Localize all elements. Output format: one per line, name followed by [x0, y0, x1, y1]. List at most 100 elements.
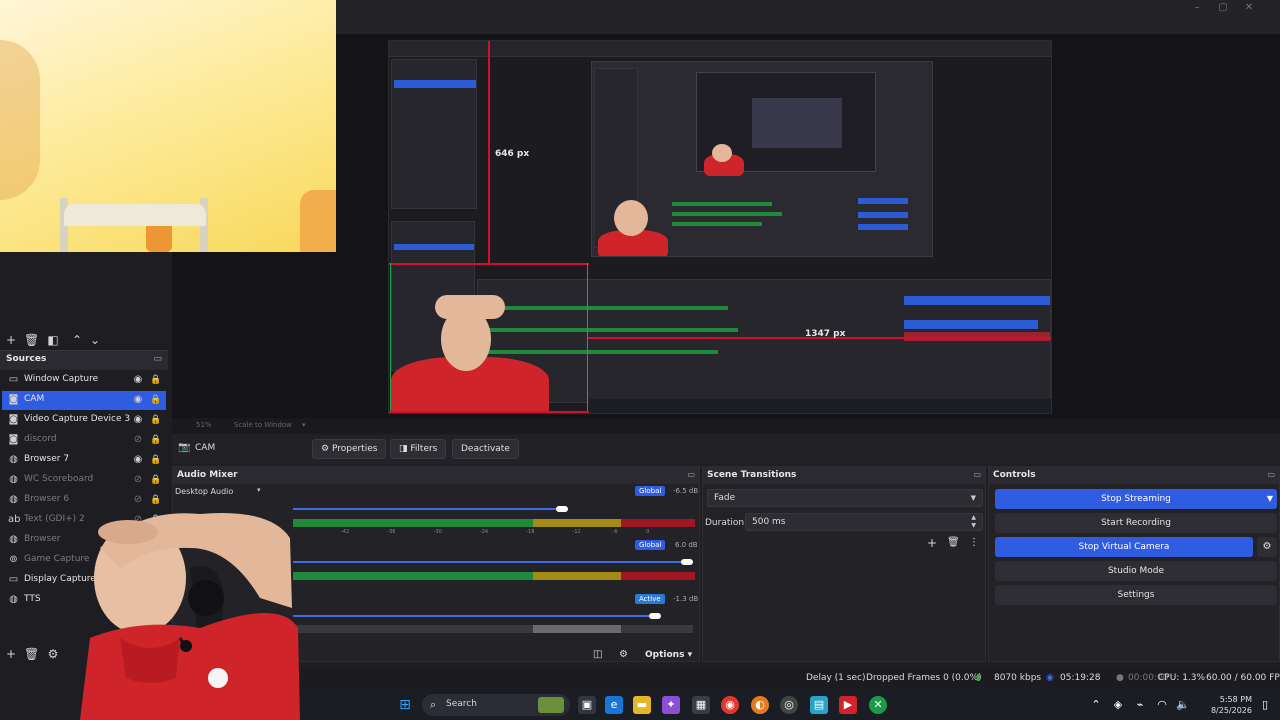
- remove-transition-icon[interactable]: 🗑: [947, 537, 960, 548]
- settings-button[interactable]: Settings: [995, 585, 1277, 605]
- wifi-icon[interactable]: ◠: [1156, 696, 1168, 714]
- eye-icon[interactable]: ◉: [132, 414, 144, 426]
- eye-hidden-icon[interactable]: ⊘: [132, 434, 144, 446]
- lock-icon[interactable]: 🔒: [150, 374, 161, 386]
- speaker-icon[interactable]: 🔈: [1176, 696, 1190, 714]
- width-measure-label: 1347 px: [805, 329, 846, 339]
- streaming-app-icon[interactable]: ▶: [839, 696, 857, 714]
- tray-bluetooth-icon[interactable]: ⌁: [1134, 696, 1146, 714]
- add-scene-icon[interactable]: +: [4, 333, 18, 347]
- windows-start-icon[interactable]: ⊞: [396, 696, 414, 714]
- mixer-layout-icon[interactable]: ◫: [593, 649, 602, 660]
- stop-virtual-camera-button[interactable]: Stop Virtual Camera: [995, 537, 1253, 557]
- lock-icon[interactable]: 🔒: [150, 434, 161, 446]
- track-badge[interactable]: Global: [635, 486, 666, 496]
- track-db: 6.0 dB: [675, 541, 698, 549]
- xbox-icon[interactable]: ✕: [869, 696, 887, 714]
- track-badge[interactable]: Global: [635, 540, 666, 550]
- lock-icon[interactable]: 🔒: [150, 414, 161, 426]
- file-explorer-icon[interactable]: ▬: [633, 696, 651, 714]
- scenes-toolbar: + 🗑 ◧ ⌃ ⌄: [0, 330, 172, 352]
- eye-hidden-icon[interactable]: ⊘: [132, 474, 144, 486]
- source-row[interactable]: ◙ discord ⊘ 🔒: [2, 431, 166, 450]
- status-stream-time: 05:19:28: [1060, 673, 1101, 683]
- move-up-icon[interactable]: ⌃: [70, 333, 84, 347]
- dock-float-icon[interactable]: ▭: [687, 470, 695, 479]
- lock-icon[interactable]: 🔒: [150, 474, 161, 486]
- tray-overflow-icon[interactable]: ⌃: [1090, 696, 1102, 714]
- minimize-icon[interactable]: –: [1188, 2, 1206, 16]
- track-badge[interactable]: Active: [635, 594, 665, 604]
- nested-scenes-panel: [391, 59, 477, 209]
- options-button[interactable]: Options ▾: [645, 650, 692, 660]
- volume-knob-1[interactable]: [556, 506, 568, 512]
- dock-float-icon[interactable]: ▭: [153, 354, 162, 364]
- volume-slider-2[interactable]: [293, 561, 685, 563]
- lock-icon[interactable]: 🔒: [150, 454, 161, 466]
- notes-icon[interactable]: ▤: [810, 696, 828, 714]
- maximize-icon[interactable]: ▢: [1214, 2, 1232, 16]
- more-options-icon[interactable]: ⋮: [969, 537, 979, 548]
- windows-taskbar: ⊞ ⌕ Search ▣ e ▬ ✦ ▦ ◉ ◐ ◎ ▤ ▶ ✕ ⌃ ◈ ⌁ ◠…: [300, 690, 1280, 720]
- taskbar-search[interactable]: ⌕ Search: [422, 694, 570, 716]
- store-icon[interactable]: ▦: [692, 696, 710, 714]
- firefox-icon[interactable]: ◐: [751, 696, 769, 714]
- properties-button[interactable]: ⚙ Properties: [312, 439, 387, 459]
- nested-docks: [477, 279, 1051, 403]
- lock-icon[interactable]: 🔒: [150, 394, 161, 406]
- source-label: Text (GDI+) 2: [24, 514, 85, 524]
- stepper-icon[interactable]: ▲ ▼: [971, 514, 976, 530]
- dock-float-icon[interactable]: ▭: [973, 470, 981, 479]
- add-source-icon[interactable]: +: [4, 647, 18, 661]
- chrome-icon[interactable]: ◉: [721, 696, 739, 714]
- source-label: WC Scoreboard: [24, 474, 94, 484]
- taskbar-clock[interactable]: 5:58 PM 8/25/2026: [1211, 694, 1252, 716]
- source-row[interactable]: ◍ Browser 7 ◉ 🔒: [2, 451, 166, 470]
- duration-field[interactable]: 500 ms ▲ ▼: [745, 513, 983, 531]
- mixer-settings-icon[interactable]: ⚙: [619, 649, 628, 660]
- source-row[interactable]: ▭ Window Capture ◉ 🔒: [2, 371, 166, 390]
- transition-select[interactable]: Fade ▼: [707, 489, 983, 507]
- dock-float-icon[interactable]: ▭: [1267, 470, 1275, 479]
- notification-icon[interactable]: ▯: [1258, 696, 1272, 714]
- close-icon[interactable]: ✕: [1240, 2, 1258, 16]
- studio-mode-button[interactable]: Studio Mode: [995, 561, 1277, 581]
- eye-icon[interactable]: ◉: [132, 394, 144, 406]
- zoom-level[interactable]: 51%: [196, 421, 212, 429]
- scale-mode[interactable]: Scale to Window: [234, 421, 292, 429]
- preview-canvas[interactable]: 646 px 1347 px: [388, 40, 1052, 414]
- source-label: CAM: [24, 394, 45, 404]
- start-recording-button[interactable]: Start Recording: [995, 513, 1277, 533]
- source-properties-icon[interactable]: ⚙: [46, 647, 60, 661]
- eye-icon[interactable]: ◉: [132, 374, 144, 386]
- meter-scale: -42 -36 -30 -24 -18 -12 -6 0: [341, 529, 650, 535]
- selection-border-edge: [390, 263, 391, 413]
- source-row[interactable]: ◙ Video Capture Device 3 ◉ 🔒: [2, 411, 166, 430]
- filter-scene-icon[interactable]: ◧: [46, 333, 60, 347]
- add-transition-icon[interactable]: +: [927, 536, 937, 550]
- filters-button[interactable]: ◨ Filters: [390, 439, 447, 459]
- tray-app-icon[interactable]: ◈: [1112, 696, 1124, 714]
- edge-icon[interactable]: e: [605, 696, 623, 714]
- scale-mode-caret-icon[interactable]: ▾: [302, 421, 306, 429]
- virtual-camera-settings-icon[interactable]: ⚙: [1257, 537, 1277, 557]
- guide-line-top: [389, 263, 589, 265]
- task-view-icon[interactable]: ▣: [578, 696, 596, 714]
- volume-knob-2[interactable]: [681, 559, 693, 565]
- eye-icon[interactable]: ◉: [132, 454, 144, 466]
- volume-slider-1[interactable]: [293, 508, 559, 510]
- remove-source-icon[interactable]: 🗑: [24, 647, 39, 661]
- obs-icon[interactable]: ◎: [780, 696, 798, 714]
- volume-knob-3[interactable]: [649, 613, 661, 619]
- status-cpu: CPU: 1.3%: [1158, 673, 1206, 683]
- gamepad-icon: ⊚: [9, 554, 18, 565]
- deactivate-button[interactable]: Deactivate: [452, 439, 519, 459]
- volume-slider-3[interactable]: [293, 615, 655, 617]
- track-db: -1.3 dB: [673, 595, 699, 603]
- stop-streaming-button[interactable]: Stop Streaming ▼: [995, 489, 1277, 509]
- chevron-down-icon[interactable]: ▼: [1267, 489, 1273, 509]
- copilot-icon[interactable]: ✦: [662, 696, 680, 714]
- move-down-icon[interactable]: ⌄: [88, 333, 102, 347]
- source-row[interactable]: ◙ CAM ◉ 🔒: [2, 391, 166, 410]
- remove-scene-icon[interactable]: 🗑: [24, 333, 39, 347]
